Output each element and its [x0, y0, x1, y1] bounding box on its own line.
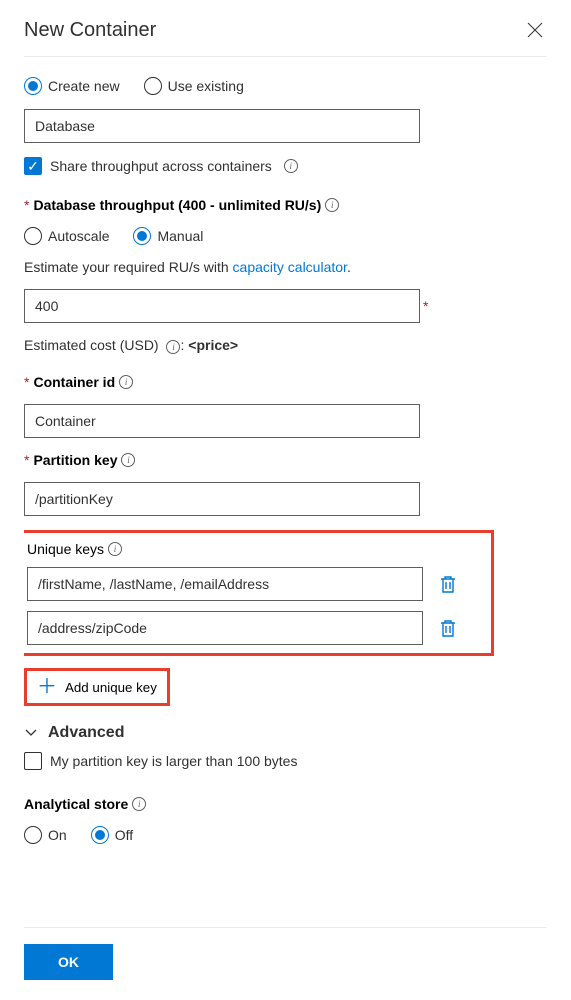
partition-larger-row: My partition key is larger than 100 byte… — [24, 752, 541, 770]
share-throughput-checkbox[interactable]: ✓ — [24, 157, 42, 175]
capacity-calculator-link[interactable]: capacity calculator — [233, 259, 347, 275]
analytical-on-label: On — [48, 827, 67, 843]
checkmark-icon: ✓ — [27, 159, 39, 173]
unique-keys-highlight: Unique keys i — [24, 530, 494, 656]
required-asterisk: * — [24, 197, 29, 213]
create-new-label: Create new — [48, 78, 120, 94]
throughput-heading: Database throughput (400 - unlimited RU/… — [33, 197, 321, 213]
close-button[interactable] — [523, 18, 547, 42]
advanced-label: Advanced — [48, 724, 124, 742]
unique-keys-label-row: Unique keys i — [27, 541, 122, 557]
required-asterisk: * — [24, 452, 29, 468]
partition-key-label-row: * Partition key i — [24, 452, 135, 468]
advanced-toggle[interactable]: Advanced — [24, 724, 541, 742]
share-throughput-row: ✓ Share throughput across containers i — [24, 157, 541, 175]
trash-icon — [439, 618, 457, 638]
required-asterisk: * — [423, 298, 428, 314]
partition-larger-checkbox[interactable] — [24, 752, 42, 770]
add-unique-key-label: Add unique key — [65, 680, 157, 695]
throughput-mode-group: Autoscale Manual — [24, 227, 541, 245]
database-mode-group: Create new Use existing — [24, 77, 541, 95]
use-existing-radio[interactable]: Use existing — [144, 77, 244, 95]
use-existing-label: Use existing — [168, 78, 244, 94]
manual-label: Manual — [157, 228, 203, 244]
info-icon[interactable]: i — [108, 542, 122, 556]
info-icon[interactable]: i — [166, 340, 180, 354]
estimate-text-row: Estimate your required RU/s with capacit… — [24, 259, 541, 275]
trash-icon — [439, 574, 457, 594]
analytical-store-label-row: Analytical store i — [24, 796, 146, 812]
info-icon[interactable]: i — [119, 375, 133, 389]
unique-key-row — [27, 611, 481, 645]
chevron-down-icon — [24, 725, 38, 742]
throughput-heading-row: * Database throughput (400 - unlimited R… — [24, 197, 339, 213]
database-name-input[interactable] — [24, 109, 420, 143]
plus-icon: ＋ — [37, 677, 57, 697]
delete-unique-key-button[interactable] — [437, 616, 459, 640]
info-icon[interactable]: i — [284, 159, 298, 173]
estimated-cost-row: Estimated cost (USD) i: <price> — [24, 337, 541, 354]
autoscale-label: Autoscale — [48, 228, 109, 244]
partition-larger-label: My partition key is larger than 100 byte… — [50, 753, 297, 769]
unique-key-input-1[interactable] — [27, 611, 423, 645]
info-icon[interactable]: i — [132, 797, 146, 811]
partition-key-input[interactable] — [24, 482, 420, 516]
analytical-off-label: Off — [115, 827, 133, 843]
share-throughput-label: Share throughput across containers — [50, 158, 272, 174]
info-icon[interactable]: i — [121, 453, 135, 467]
ok-button[interactable]: OK — [24, 944, 113, 980]
analytical-store-label: Analytical store — [24, 796, 128, 812]
ru-input[interactable] — [24, 289, 420, 323]
unique-key-row — [27, 567, 481, 601]
unique-keys-label: Unique keys — [27, 541, 104, 557]
estimate-suffix: . — [347, 259, 351, 275]
panel-header: New Container — [24, 18, 547, 57]
estimated-cost-label: Estimated cost (USD) — [24, 337, 162, 353]
container-id-input[interactable] — [24, 404, 420, 438]
manual-radio[interactable]: Manual — [133, 227, 203, 245]
estimate-prefix: Estimate your required RU/s with — [24, 259, 233, 275]
ru-input-row: * — [24, 289, 430, 323]
estimated-cost-value: <price> — [188, 337, 238, 353]
scroll-area[interactable]: Create new Use existing ✓ Share throughp… — [24, 57, 547, 927]
autoscale-radio[interactable]: Autoscale — [24, 227, 109, 245]
analytical-off-radio[interactable]: Off — [91, 826, 133, 844]
analytical-on-radio[interactable]: On — [24, 826, 67, 844]
add-unique-key-button[interactable]: ＋ Add unique key — [24, 668, 170, 706]
analytical-store-group: On Off — [24, 826, 541, 844]
panel-title: New Container — [24, 19, 156, 42]
close-icon — [527, 22, 543, 38]
container-id-label-row: * Container id i — [24, 374, 133, 390]
delete-unique-key-button[interactable] — [437, 572, 459, 596]
info-icon[interactable]: i — [325, 198, 339, 212]
unique-key-input-0[interactable] — [27, 567, 423, 601]
create-new-radio[interactable]: Create new — [24, 77, 120, 95]
new-container-panel: New Container Create new Use existing ✓ — [0, 0, 571, 1000]
container-id-label: Container id — [33, 374, 115, 390]
partition-key-label: Partition key — [33, 452, 117, 468]
required-asterisk: * — [24, 374, 29, 390]
panel-footer: OK — [24, 927, 547, 1000]
